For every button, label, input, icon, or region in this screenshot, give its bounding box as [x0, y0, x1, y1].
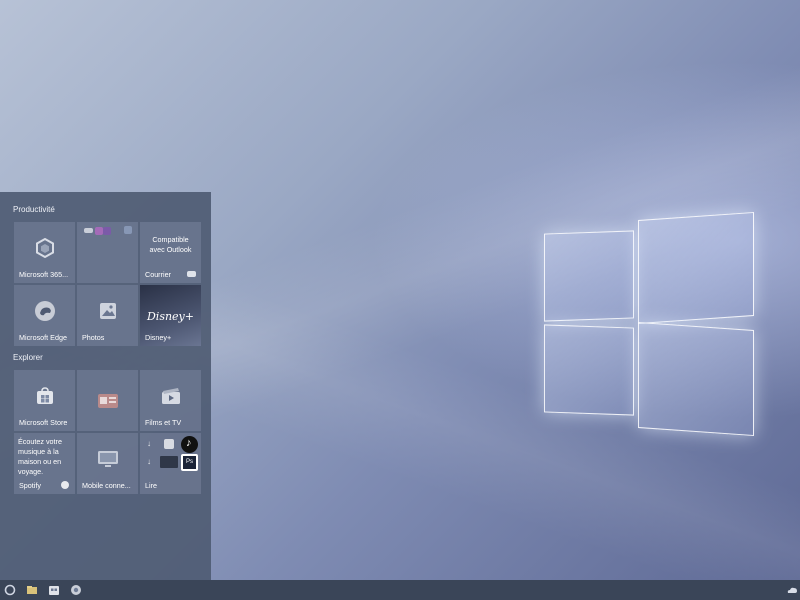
tile-news[interactable] — [77, 370, 138, 431]
group-title-explorer: Explorer — [13, 353, 43, 362]
tile-label: Films et TV — [145, 418, 182, 427]
tile-text: Compatible avec Outlook — [149, 235, 192, 254]
prime-video-icon — [160, 456, 178, 468]
tiktok-icon: ♪ — [181, 436, 198, 453]
chrome-icon[interactable] — [70, 584, 82, 596]
camera-icon — [164, 439, 174, 449]
tile-microsoft-store[interactable]: Microsoft Store — [14, 370, 75, 431]
download-icon: ↓ — [147, 457, 151, 466]
tile-label: Microsoft Store — [19, 418, 68, 427]
onedrive-cloud-icon[interactable] — [786, 584, 798, 596]
onedrive-icon — [84, 228, 93, 233]
taskbar — [0, 580, 800, 600]
store-taskbar-icon[interactable] — [48, 584, 60, 596]
tile-label: Photos — [82, 333, 105, 342]
group-title-productivite: Productivité — [13, 205, 55, 214]
tile-app-folder[interactable] — [77, 222, 138, 283]
download-icon: ↓ — [147, 439, 151, 448]
photos-icon — [99, 302, 116, 319]
tile-label: Lire — [145, 481, 157, 490]
start-menu: Productivité Microsoft 365... Compatible… — [0, 192, 211, 580]
onenote-icon — [95, 227, 103, 235]
edge-icon — [34, 300, 55, 321]
onenote-icon — [103, 227, 111, 235]
photoshop-icon: Ps — [181, 454, 198, 471]
disney-plus-logo: Disney+ — [146, 310, 194, 323]
tile-disney-plus[interactable]: Disney+ Disney+ — [140, 285, 201, 346]
mail-icon — [187, 271, 196, 277]
tile-label: Mobile conne... — [82, 481, 131, 490]
tile-label: Disney+ — [145, 333, 172, 342]
tile-mobile-connecte[interactable]: Mobile conne... — [77, 433, 138, 494]
skype-icon — [124, 226, 132, 234]
spotify-icon — [61, 481, 69, 489]
tile-films-et-tv[interactable]: Films et TV — [140, 370, 201, 431]
news-icon — [97, 393, 118, 408]
windows-logo-wallpaper — [540, 210, 760, 437]
office-icon — [35, 237, 54, 258]
tile-text: Écoutez votre musique à la maison ou en … — [18, 437, 62, 476]
tile-label: Microsoft Edge — [19, 333, 67, 342]
tile-courrier[interactable]: Compatible avec Outlook Courrier — [140, 222, 201, 283]
tile-photos[interactable]: Photos — [77, 285, 138, 346]
store-icon — [36, 386, 53, 404]
tile-lire[interactable]: ↓ ♪ ↓ Ps Lire — [140, 433, 201, 494]
tile-spotify[interactable]: Écoutez votre musique à la maison ou en … — [14, 433, 75, 494]
film-icon — [161, 387, 180, 404]
cortana-icon[interactable] — [4, 584, 16, 596]
phone-link-icon — [97, 450, 118, 467]
file-explorer-icon[interactable] — [26, 584, 38, 596]
tile-microsoft-edge[interactable]: Microsoft Edge — [14, 285, 75, 346]
tile-microsoft-365[interactable]: Microsoft 365... — [14, 222, 75, 283]
tile-label: Microsoft 365... — [19, 270, 69, 279]
